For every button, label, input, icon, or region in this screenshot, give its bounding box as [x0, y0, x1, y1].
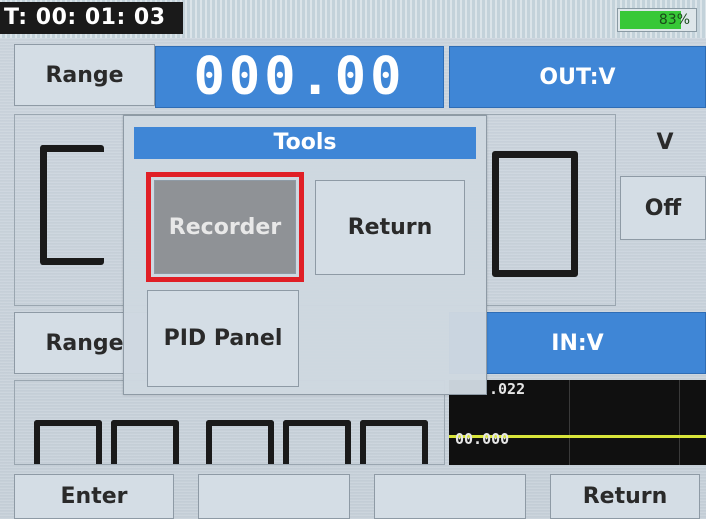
big-digit-left	[40, 145, 104, 265]
softkey-enter[interactable]: Enter	[14, 474, 174, 519]
softkey-return[interactable]: Return	[550, 474, 700, 519]
input-digit-1	[34, 420, 102, 464]
graph-gridline	[679, 380, 680, 465]
softkey-3[interactable]	[374, 474, 526, 519]
softkey-2[interactable]	[198, 474, 350, 519]
input-digit-2	[111, 420, 179, 464]
tools-dialog: Tools Recorder Return PID Panel	[123, 115, 487, 395]
dialog-title: Tools	[134, 127, 476, 159]
dialog-return-button[interactable]: Return	[315, 180, 465, 275]
input-digit-3	[206, 420, 274, 464]
graph-upper-label: .022	[489, 380, 526, 398]
big-digit-right	[492, 151, 578, 277]
graph-gridline	[569, 380, 570, 465]
output-mode-label[interactable]: OUT:V	[449, 46, 706, 108]
recorder-button[interactable]: Recorder	[146, 172, 304, 282]
pid-panel-button[interactable]: PID Panel	[147, 290, 299, 387]
output-unit-label: V	[656, 130, 674, 155]
input-digit-4	[283, 420, 351, 464]
device-screen: T: 00: 01: 03 83% Range 000.00 OUT:V V O…	[0, 0, 706, 519]
output-range-button[interactable]: Range	[14, 44, 155, 106]
trend-graph: .022 00.000	[449, 380, 706, 465]
output-toggle-button[interactable]: Off	[620, 176, 706, 240]
input-digit-5	[360, 420, 428, 464]
status-bar: T: 00: 01: 03 83%	[0, 0, 706, 38]
battery-percent: 83%	[658, 12, 690, 28]
graph-lower-label: 00.000	[455, 430, 510, 448]
battery-indicator: 83%	[617, 8, 697, 32]
elapsed-timer: T: 00: 01: 03	[0, 2, 183, 34]
input-mode-label[interactable]: IN:V	[449, 312, 706, 374]
output-value-display: 000.00	[155, 46, 444, 108]
